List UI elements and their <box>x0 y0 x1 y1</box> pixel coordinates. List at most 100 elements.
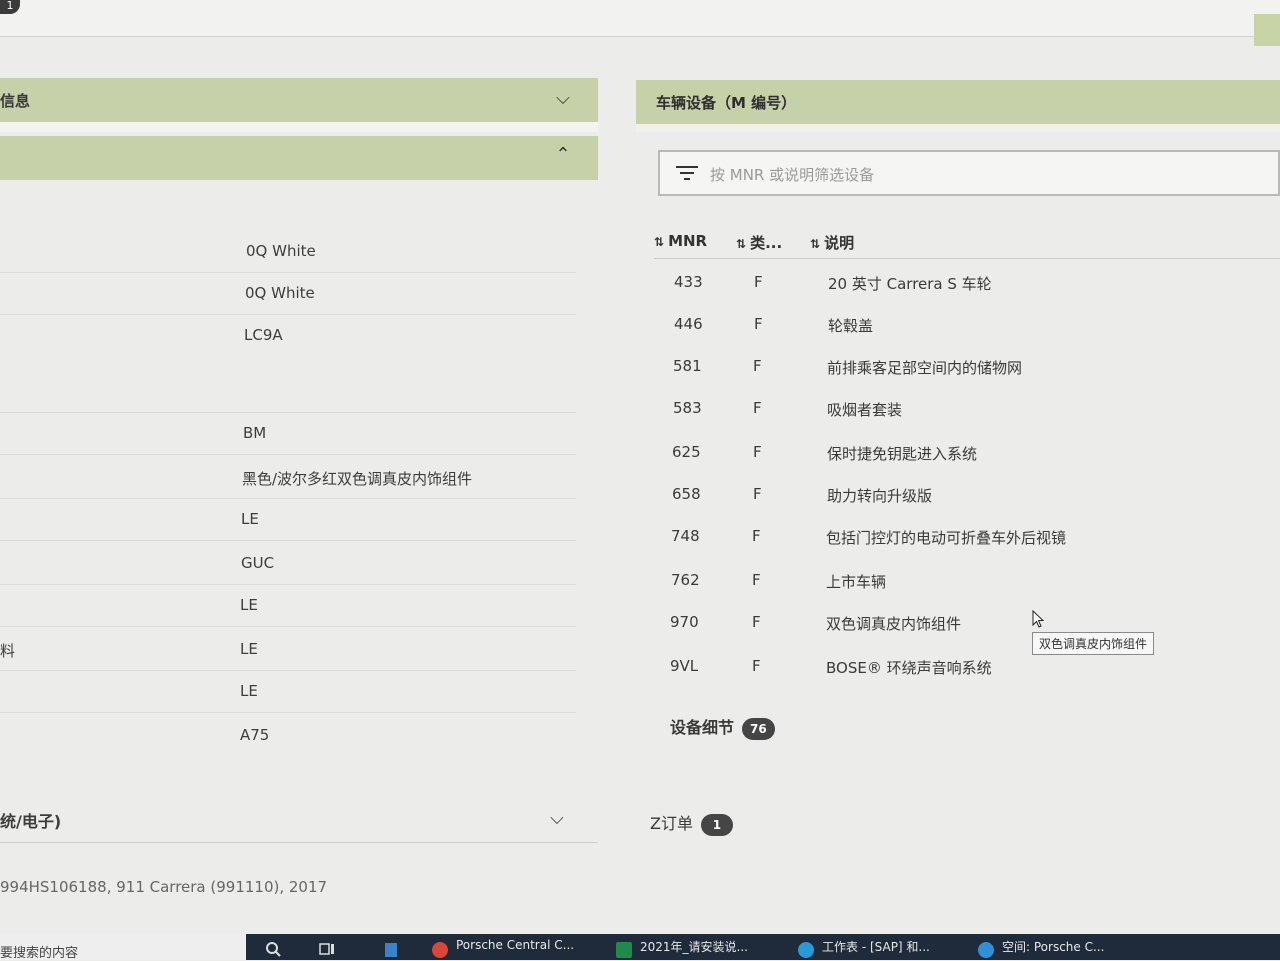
taskbar-item-chrome[interactable]: Porsche Central C... <box>430 938 600 960</box>
mnr-cell: 433 <box>674 273 703 291</box>
info-row: 黑色/波尔多红双色调真皮内饰组件 <box>0 456 576 499</box>
z-order-link[interactable]: Z订单 1 <box>650 810 733 836</box>
search-icon[interactable] <box>264 940 282 958</box>
electronics-section-header[interactable]: 统/电子) ⌵ <box>0 798 598 843</box>
table-row[interactable]: 581 F 前排乘客足部空间内的储物网 <box>654 348 1280 390</box>
taskbar-search-text: 要搜索的内容 <box>0 946 79 961</box>
info-row: 料 LE <box>0 628 576 671</box>
info-row: LC9A <box>0 314 576 413</box>
mnr-cell: 748 <box>671 527 700 545</box>
info-row: GUC <box>0 542 576 585</box>
info-value: 0Q White <box>245 284 315 302</box>
mnr-cell: 9VL <box>670 657 699 675</box>
chevron-up-icon[interactable]: ⌃ <box>552 144 574 166</box>
description-cell: 包括门控灯的电动可折叠车外后视镜 <box>826 529 1067 547</box>
task-view-icon[interactable] <box>318 940 336 958</box>
vehicle-id-line: 994HS106188, 911 Carrera (991110), 2017 <box>0 878 328 896</box>
info-value: A75 <box>240 726 270 744</box>
column-header-type[interactable]: ⇅ 类... <box>736 232 782 253</box>
excel-icon <box>616 942 632 958</box>
info-value: LE <box>240 682 258 700</box>
table-row[interactable]: 9VL F BOSE® 环绕声音响系统 <box>654 648 1280 690</box>
taskbar-search[interactable]: 要搜索的内容 <box>0 934 246 961</box>
sort-icon: ⇅ <box>654 235 665 249</box>
taskbar-item-excel[interactable]: 2021年_请安装说... <box>614 938 780 960</box>
description-cell: 前排乘客足部空间内的储物网 <box>827 359 1023 377</box>
info-row: LE <box>0 670 576 713</box>
info-value: BM <box>243 424 267 442</box>
details-label: 设备细节 <box>670 718 735 737</box>
mnr-cell: 583 <box>673 399 702 417</box>
description-cell: 保时捷免钥匙进入系统 <box>827 445 978 463</box>
filter-input[interactable] <box>708 160 1252 190</box>
type-cell: F <box>752 527 761 545</box>
tooltip: 双色调真皮内饰组件 <box>1032 632 1155 655</box>
equipment-panel: 车辆设备（M 编号） ⇅MNR ⇅类... ⇅说明 433 F 20 英寸 Ca… <box>636 80 1280 880</box>
chevron-down-icon[interactable]: ⌵ <box>552 88 574 110</box>
mnr-cell: 581 <box>673 357 702 375</box>
corner-button[interactable] <box>1254 14 1280 46</box>
info-value: LC9A <box>244 326 283 344</box>
table-row[interactable]: 625 F 保时捷免钥匙进入系统 <box>654 434 1280 476</box>
info-row: 0Q White <box>0 272 576 315</box>
column-header-mnr[interactable]: ⇅ MNR <box>654 232 707 250</box>
section-divider <box>636 124 1280 132</box>
table-row[interactable]: 433 F 20 英寸 Carrera S 车轮 <box>654 264 1280 306</box>
column-label: 说明 <box>824 234 855 252</box>
info-value: LE <box>240 640 258 658</box>
chevron-down-icon[interactable]: ⌵ <box>546 808 568 830</box>
column-label: MNR <box>668 232 708 250</box>
info-value: LE <box>240 596 258 614</box>
mnr-cell: 446 <box>674 315 703 333</box>
mouse-cursor-icon <box>1032 610 1044 628</box>
table-row[interactable]: 446 F 轮毂盖 <box>654 306 1280 348</box>
mnr-cell: 970 <box>670 613 699 631</box>
pinned-app-icon[interactable] <box>382 940 400 958</box>
taskbar: 要搜索的内容 Porsche Central C... 2021年_请安装说..… <box>0 934 1280 961</box>
type-cell: F <box>753 399 762 417</box>
column-header-description[interactable]: ⇅ 说明 <box>810 232 854 253</box>
type-cell: F <box>752 657 761 675</box>
table-row[interactable]: 762 F 上市车辆 <box>654 562 1280 604</box>
table-row[interactable]: 970 F 双色调真皮内饰组件 <box>654 604 1280 646</box>
equipment-title: 车辆设备（M 编号） <box>656 94 797 112</box>
table-row[interactable]: 658 F 助力转向升级版 <box>654 476 1280 518</box>
type-cell: F <box>753 357 762 375</box>
equipment-details-link[interactable]: 设备细节 76 <box>670 714 775 740</box>
mnr-cell: 762 <box>671 571 700 589</box>
top-bar: 1 <box>0 0 1280 46</box>
info-value: 黑色/波尔多红双色调真皮内饰组件 <box>242 470 473 488</box>
info-value: LE <box>241 510 259 528</box>
description-cell: BOSE® 环绕声音响系统 <box>826 659 992 677</box>
sort-icon: ⇅ <box>736 237 747 251</box>
info-section-title: 信息 <box>0 92 31 110</box>
type-cell: F <box>753 485 762 503</box>
taskbar-item-label: 空间: Porsche C... <box>1002 940 1105 954</box>
table-row[interactable]: 583 F 吸烟者套装 <box>654 390 1280 432</box>
subsection-header[interactable]: ⌃ <box>0 136 598 180</box>
type-cell: F <box>754 315 763 333</box>
table-row[interactable]: 748 F 包括门控灯的电动可折叠车外后视镜 <box>654 518 1280 560</box>
z-order-count-badge: 1 <box>700 813 733 836</box>
details-count-badge: 76 <box>742 717 775 740</box>
taskbar-item-label: 2021年_请安装说... <box>640 940 748 954</box>
taskbar-item-sap[interactable]: 工作表 - [SAP] 和... <box>796 938 962 960</box>
sap-icon <box>798 942 814 958</box>
equipment-filter[interactable] <box>658 150 1280 196</box>
type-cell: F <box>753 443 762 461</box>
info-value: 0Q White <box>246 242 316 260</box>
description-cell: 助力转向升级版 <box>827 487 933 505</box>
section-divider <box>0 122 598 132</box>
equipment-header: 车辆设备（M 编号） <box>636 80 1280 124</box>
description-cell: 吸烟者套装 <box>827 401 903 419</box>
taskbar-item-browser[interactable]: 空间: Porsche C... <box>976 938 1146 960</box>
info-row: BM <box>0 412 576 455</box>
column-label: 类... <box>750 234 783 252</box>
info-section-header[interactable]: 信息 ⌵ <box>0 78 598 122</box>
info-row: LE <box>0 584 576 627</box>
notification-badge[interactable]: 1 <box>0 0 20 14</box>
description-cell: 轮毂盖 <box>828 317 874 335</box>
info-label: 料 <box>0 642 16 660</box>
type-cell: F <box>752 571 761 589</box>
electronics-section-title: 统/电子) <box>0 812 62 831</box>
